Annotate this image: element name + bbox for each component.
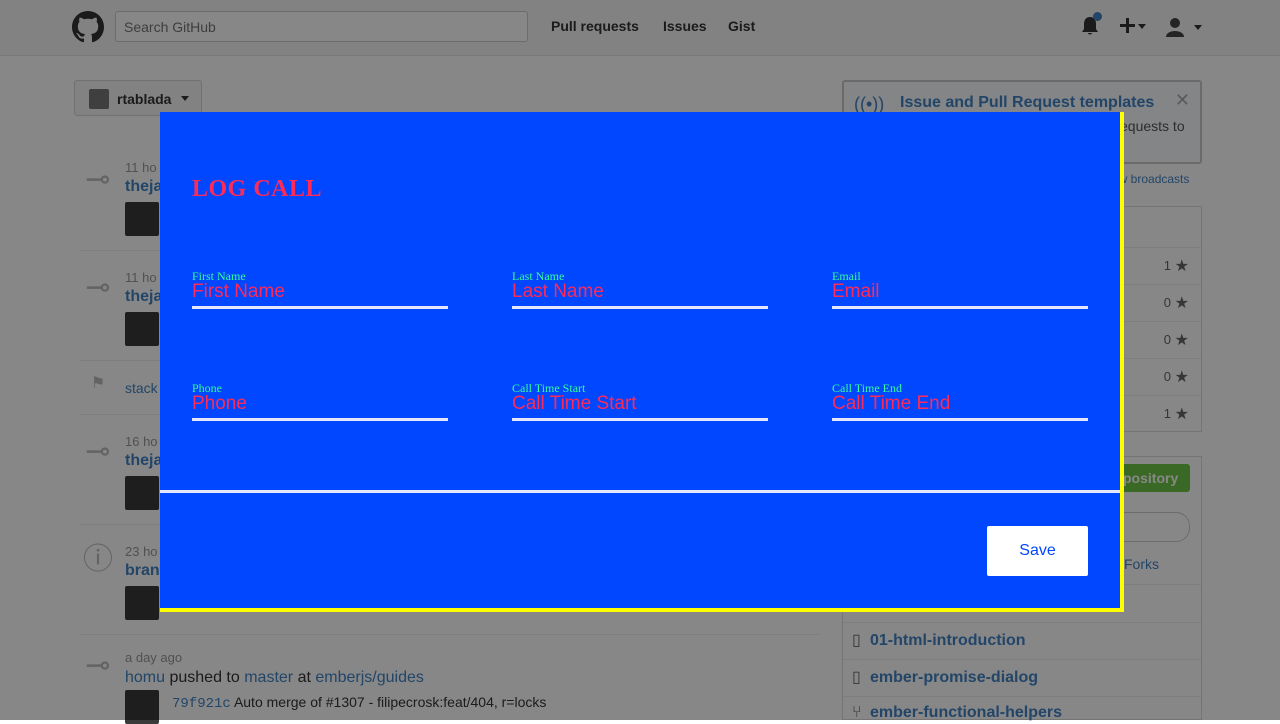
- last-name-field: Last Name: [512, 269, 768, 317]
- modal-divider: [160, 490, 1120, 493]
- save-button[interactable]: Save: [987, 526, 1088, 576]
- call-time-end-input[interactable]: [832, 393, 1088, 421]
- email-field: Email: [832, 269, 1088, 317]
- modal-title: LOG CALL: [192, 176, 323, 202]
- first-name-input[interactable]: [192, 281, 448, 309]
- log-call-modal: LOG CALL First Name Last Name Email Phon…: [160, 112, 1124, 612]
- call-time-start-input[interactable]: [512, 393, 768, 421]
- call-time-start-field: Call Time Start: [512, 381, 768, 429]
- last-name-input[interactable]: [512, 281, 768, 309]
- phone-input[interactable]: [192, 393, 448, 421]
- first-name-field: First Name: [192, 269, 448, 317]
- email-input[interactable]: [832, 281, 1088, 309]
- phone-field: Phone: [192, 381, 448, 429]
- call-time-end-field: Call Time End: [832, 381, 1088, 429]
